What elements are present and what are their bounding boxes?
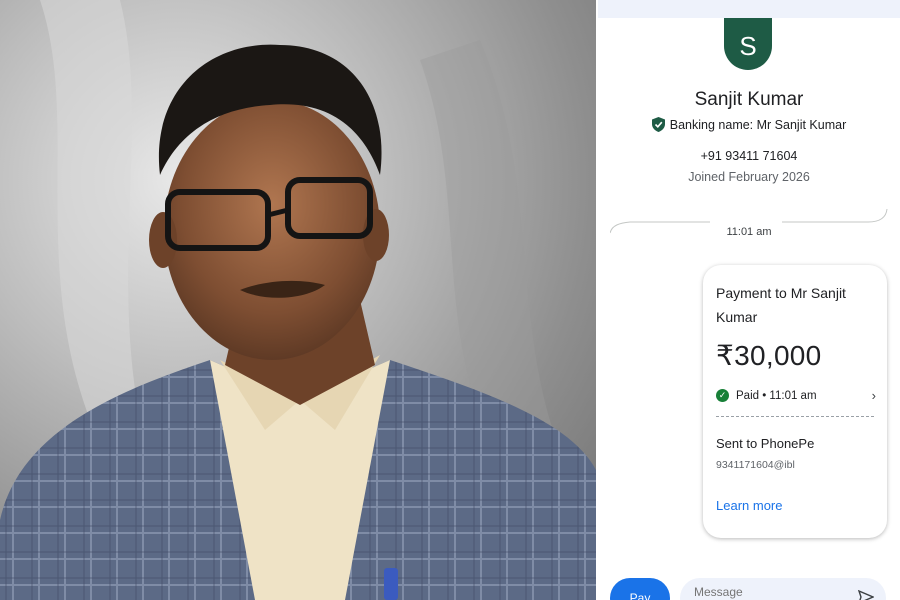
sent-to-label: Sent to PhonePe [716, 436, 815, 451]
contact-name: Sanjit Kumar [694, 89, 804, 110]
payment-title: Payment to Mr Sanjit Kumar [716, 285, 846, 325]
phone-number: +91 93411 71604 [700, 149, 798, 163]
joined-date: Joined February 2026 [688, 170, 810, 184]
payment-screen: S Sanjit Kumar Banking name: Mr Sanjit K… [598, 0, 900, 600]
send-icon[interactable] [858, 590, 874, 600]
payment-status: Paid • 11:01 am [736, 389, 817, 402]
shield-icon [651, 117, 665, 132]
recipient-vpa: 9341171604@ibl [716, 459, 795, 471]
portrait-photo [0, 0, 596, 600]
payment-card[interactable]: Payment to Mr Sanjit Kumar ₹30,000 ✓ Pai… [703, 265, 887, 538]
top-bar [598, 0, 900, 18]
portrait-illustration [0, 0, 596, 600]
pay-button[interactable]: Pay [610, 578, 670, 600]
card-divider [716, 416, 874, 417]
message-input[interactable] [680, 578, 886, 600]
check-icon: ✓ [716, 389, 729, 402]
avatar[interactable]: S [724, 18, 772, 70]
chevron-right-icon[interactable]: › [872, 388, 876, 403]
payment-status-row[interactable]: ✓ Paid • 11:01 am › [716, 388, 876, 403]
message-timestamp: 11:01 am [726, 226, 772, 238]
banking-name-row: Banking name: Mr Sanjit Kumar [598, 117, 900, 132]
payment-amount: ₹30,000 [716, 340, 822, 371]
learn-more-link[interactable]: Learn more [716, 498, 782, 513]
banking-name: Banking name: Mr Sanjit Kumar [669, 117, 847, 132]
